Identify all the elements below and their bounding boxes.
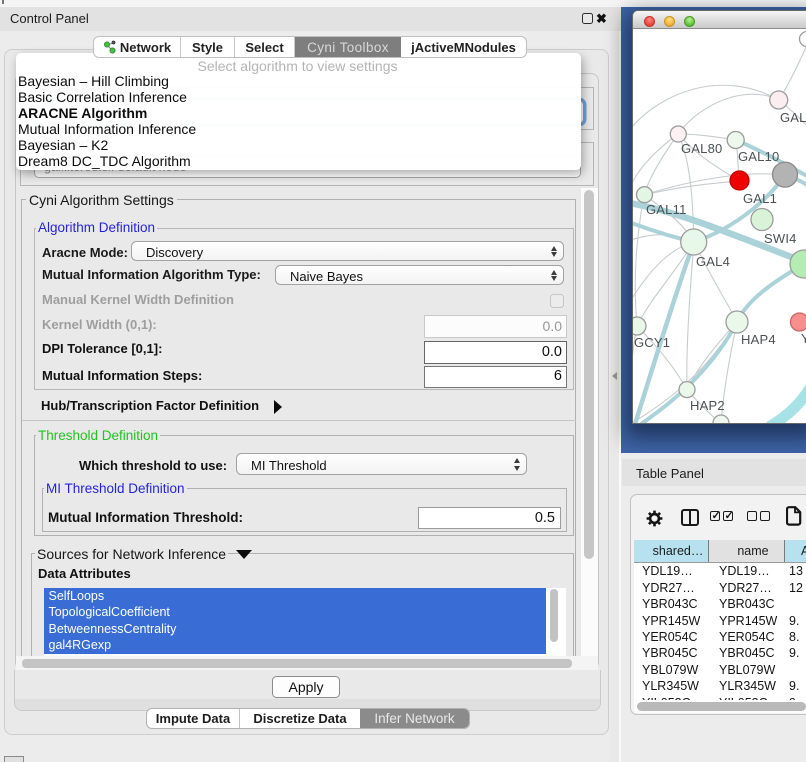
svg-text:GAL80: GAL80 <box>681 141 722 156</box>
svg-text:GAL4: GAL4 <box>696 254 730 269</box>
svg-text:GAL10: GAL10 <box>738 149 779 164</box>
svg-text:GAL: GAL <box>780 110 806 125</box>
svg-text:GCY1: GCY1 <box>634 335 670 350</box>
svg-text:Y: Y <box>801 331 806 346</box>
svg-text:HAP2: HAP2 <box>690 398 725 413</box>
svg-text:GAL11: GAL11 <box>646 202 687 217</box>
svg-text:GAL1: GAL1 <box>743 191 777 206</box>
svg-text:HAP4: HAP4 <box>741 332 776 347</box>
svg-text:SWI4: SWI4 <box>764 231 797 246</box>
